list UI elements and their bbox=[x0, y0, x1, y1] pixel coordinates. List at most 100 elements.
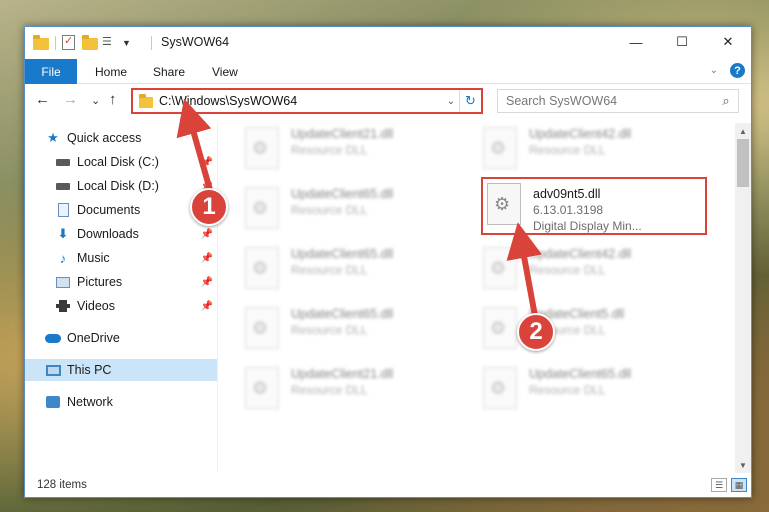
file-item-adv09nt5[interactable]: adv09nt5.dll 6.13.01.3198 Digital Displa… bbox=[481, 177, 707, 235]
file-name: UpdateClient21.dll bbox=[291, 367, 394, 381]
vertical-scrollbar[interactable]: ▲ ▼ bbox=[735, 123, 751, 473]
title-divider bbox=[151, 36, 152, 50]
quick-access-toolbar: ☰ ▼ bbox=[33, 34, 131, 51]
sidebar-item-this-pc[interactable]: This PC bbox=[25, 359, 217, 381]
back-button[interactable]: ← bbox=[35, 91, 50, 108]
file-name: UpdateClient65.dll bbox=[529, 367, 632, 381]
onedrive-icon bbox=[45, 330, 61, 346]
file-item[interactable]: UpdateClient42.dll Resource DLL bbox=[483, 243, 713, 295]
expand-ribbon-icon[interactable]: ⌄ bbox=[710, 65, 718, 76]
dll-file-icon bbox=[245, 247, 279, 289]
sidebar-item-network[interactable]: Network bbox=[25, 391, 217, 413]
dll-file-icon bbox=[245, 187, 279, 229]
sidebar-item-quick-access[interactable]: ★ Quick access bbox=[25, 127, 217, 149]
scroll-thumb[interactable] bbox=[737, 139, 749, 187]
file-version: 6.13.01.3198 bbox=[533, 203, 604, 217]
pin-icon: 📌 bbox=[200, 276, 213, 288]
disk-icon bbox=[55, 154, 71, 170]
scroll-down-icon[interactable]: ▼ bbox=[735, 457, 751, 473]
file-type: Resource DLL bbox=[291, 323, 368, 337]
documents-icon bbox=[55, 202, 71, 218]
file-name: UpdateClient42.dll bbox=[529, 127, 632, 141]
file-type: Resource DLL bbox=[291, 263, 368, 277]
search-icon[interactable]: ⌕ bbox=[714, 93, 738, 109]
file-item[interactable]: UpdateClient21.dll Resource DLL bbox=[245, 123, 475, 175]
sidebar-item-local-disk-c[interactable]: Local Disk (C:) 📌 bbox=[25, 151, 217, 173]
pictures-icon bbox=[55, 274, 71, 290]
tab-share[interactable]: Share bbox=[153, 59, 185, 84]
file-item[interactable]: UpdateClient21.dll Resource DLL bbox=[245, 363, 475, 415]
sidebar-item-pictures[interactable]: Pictures 📌 bbox=[25, 271, 217, 293]
pin-icon: 📌 bbox=[200, 300, 213, 312]
file-type: Resource DLL bbox=[291, 143, 368, 157]
scroll-up-icon[interactable]: ▲ bbox=[735, 123, 751, 139]
file-type: Resource DLL bbox=[529, 143, 606, 157]
sidebar-item-label: Quick access bbox=[67, 131, 142, 145]
close-button[interactable]: ✕ bbox=[705, 27, 751, 57]
file-item[interactable]: UpdateClient65.dll Resource DLL bbox=[245, 243, 475, 295]
file-name: UpdateClient65.dll bbox=[291, 307, 394, 321]
tiles-view-icon[interactable]: ▦ bbox=[731, 478, 747, 492]
address-dropdown-icon[interactable]: ⌄ bbox=[443, 96, 459, 107]
dll-file-icon bbox=[483, 307, 517, 349]
sidebar-item-documents[interactable]: Documents 📌 bbox=[25, 199, 217, 221]
maximize-button[interactable]: ☐ bbox=[659, 27, 705, 57]
view-switcher: ☰ ▦ bbox=[711, 478, 747, 492]
properties-icon[interactable] bbox=[62, 34, 78, 51]
sidebar-item-music[interactable]: ♪ Music 📌 bbox=[25, 247, 217, 269]
sidebar-item-onedrive[interactable]: OneDrive bbox=[25, 327, 217, 349]
recent-locations-button[interactable]: ⌄ bbox=[91, 94, 100, 107]
dll-file-icon bbox=[487, 183, 521, 225]
item-count: 128 items bbox=[37, 479, 87, 491]
file-item[interactable]: UpdateClient65.dll Resource DLL bbox=[483, 363, 713, 415]
title-bar: ☰ ▼ SysWOW64 — ☐ ✕ bbox=[25, 27, 751, 59]
new-folder-icon[interactable] bbox=[82, 35, 98, 51]
file-name: UpdateClient65.dll bbox=[291, 247, 394, 261]
sidebar-item-label: Local Disk (D:) bbox=[77, 179, 159, 193]
up-button[interactable]: ↑ bbox=[109, 91, 117, 108]
file-item[interactable]: UpdateClient42.dll Resource DLL bbox=[483, 123, 713, 175]
customize-qat-icon[interactable]: ☰ bbox=[102, 35, 118, 51]
dll-file-icon bbox=[245, 367, 279, 409]
file-description: Digital Display Min... bbox=[533, 219, 642, 233]
dll-file-icon bbox=[483, 127, 517, 169]
disk-icon bbox=[55, 178, 71, 194]
refresh-icon[interactable]: ↻ bbox=[459, 90, 481, 112]
details-view-icon[interactable]: ☰ bbox=[711, 478, 727, 492]
sidebar-item-downloads[interactable]: ⬇ Downloads 📌 bbox=[25, 223, 217, 245]
file-name: UpdateClient42.dll bbox=[529, 247, 632, 261]
search-box[interactable]: Search SysWOW64 ⌕ bbox=[497, 89, 739, 113]
ribbon-right-controls: ⌄ ? bbox=[710, 63, 745, 78]
sidebar-item-label: Downloads bbox=[77, 227, 139, 241]
ribbon-tabs: File Home Share View ⌄ ? bbox=[25, 59, 751, 84]
tab-file[interactable]: File bbox=[25, 59, 77, 84]
downloads-icon: ⬇ bbox=[57, 226, 69, 241]
dll-file-icon bbox=[245, 127, 279, 169]
sidebar-item-videos[interactable]: Videos 📌 bbox=[25, 295, 217, 317]
minimize-button[interactable]: — bbox=[613, 27, 659, 57]
help-icon[interactable]: ? bbox=[730, 63, 745, 78]
sidebar-item-local-disk-d[interactable]: Local Disk (D:) 📌 bbox=[25, 175, 217, 197]
file-item[interactable]: UpdateClient65.dll Resource DLL bbox=[245, 303, 475, 355]
sidebar-item-label: Network bbox=[67, 395, 113, 409]
music-icon: ♪ bbox=[59, 250, 67, 266]
file-name: UpdateClient21.dll bbox=[291, 127, 394, 141]
address-path[interactable]: C:\Windows\SysWOW64 bbox=[159, 94, 443, 108]
videos-icon bbox=[55, 298, 71, 314]
file-item[interactable]: UpdateClient65.dll Resource DLL bbox=[245, 183, 475, 235]
star-icon: ★ bbox=[47, 130, 59, 145]
pane-divider bbox=[217, 123, 218, 473]
search-input[interactable]: Search SysWOW64 bbox=[506, 94, 714, 108]
tab-home[interactable]: Home bbox=[95, 59, 127, 84]
callout-step-1: 1 bbox=[190, 188, 228, 226]
file-list: UpdateClient21.dll Resource DLL UpdateCli… bbox=[225, 123, 735, 473]
qat-dropdown-icon[interactable]: ▼ bbox=[122, 38, 131, 48]
folder-icon bbox=[33, 35, 49, 51]
dll-file-icon bbox=[483, 367, 517, 409]
forward-button[interactable]: → bbox=[63, 91, 78, 108]
address-bar[interactable]: C:\Windows\SysWOW64 ⌄ ↻ bbox=[131, 88, 483, 114]
status-bar: 128 items ☰ ▦ bbox=[25, 473, 751, 497]
tab-view[interactable]: View bbox=[212, 59, 238, 84]
file-type: Resource DLL bbox=[529, 383, 606, 397]
file-name: adv09nt5.dll bbox=[533, 187, 601, 201]
